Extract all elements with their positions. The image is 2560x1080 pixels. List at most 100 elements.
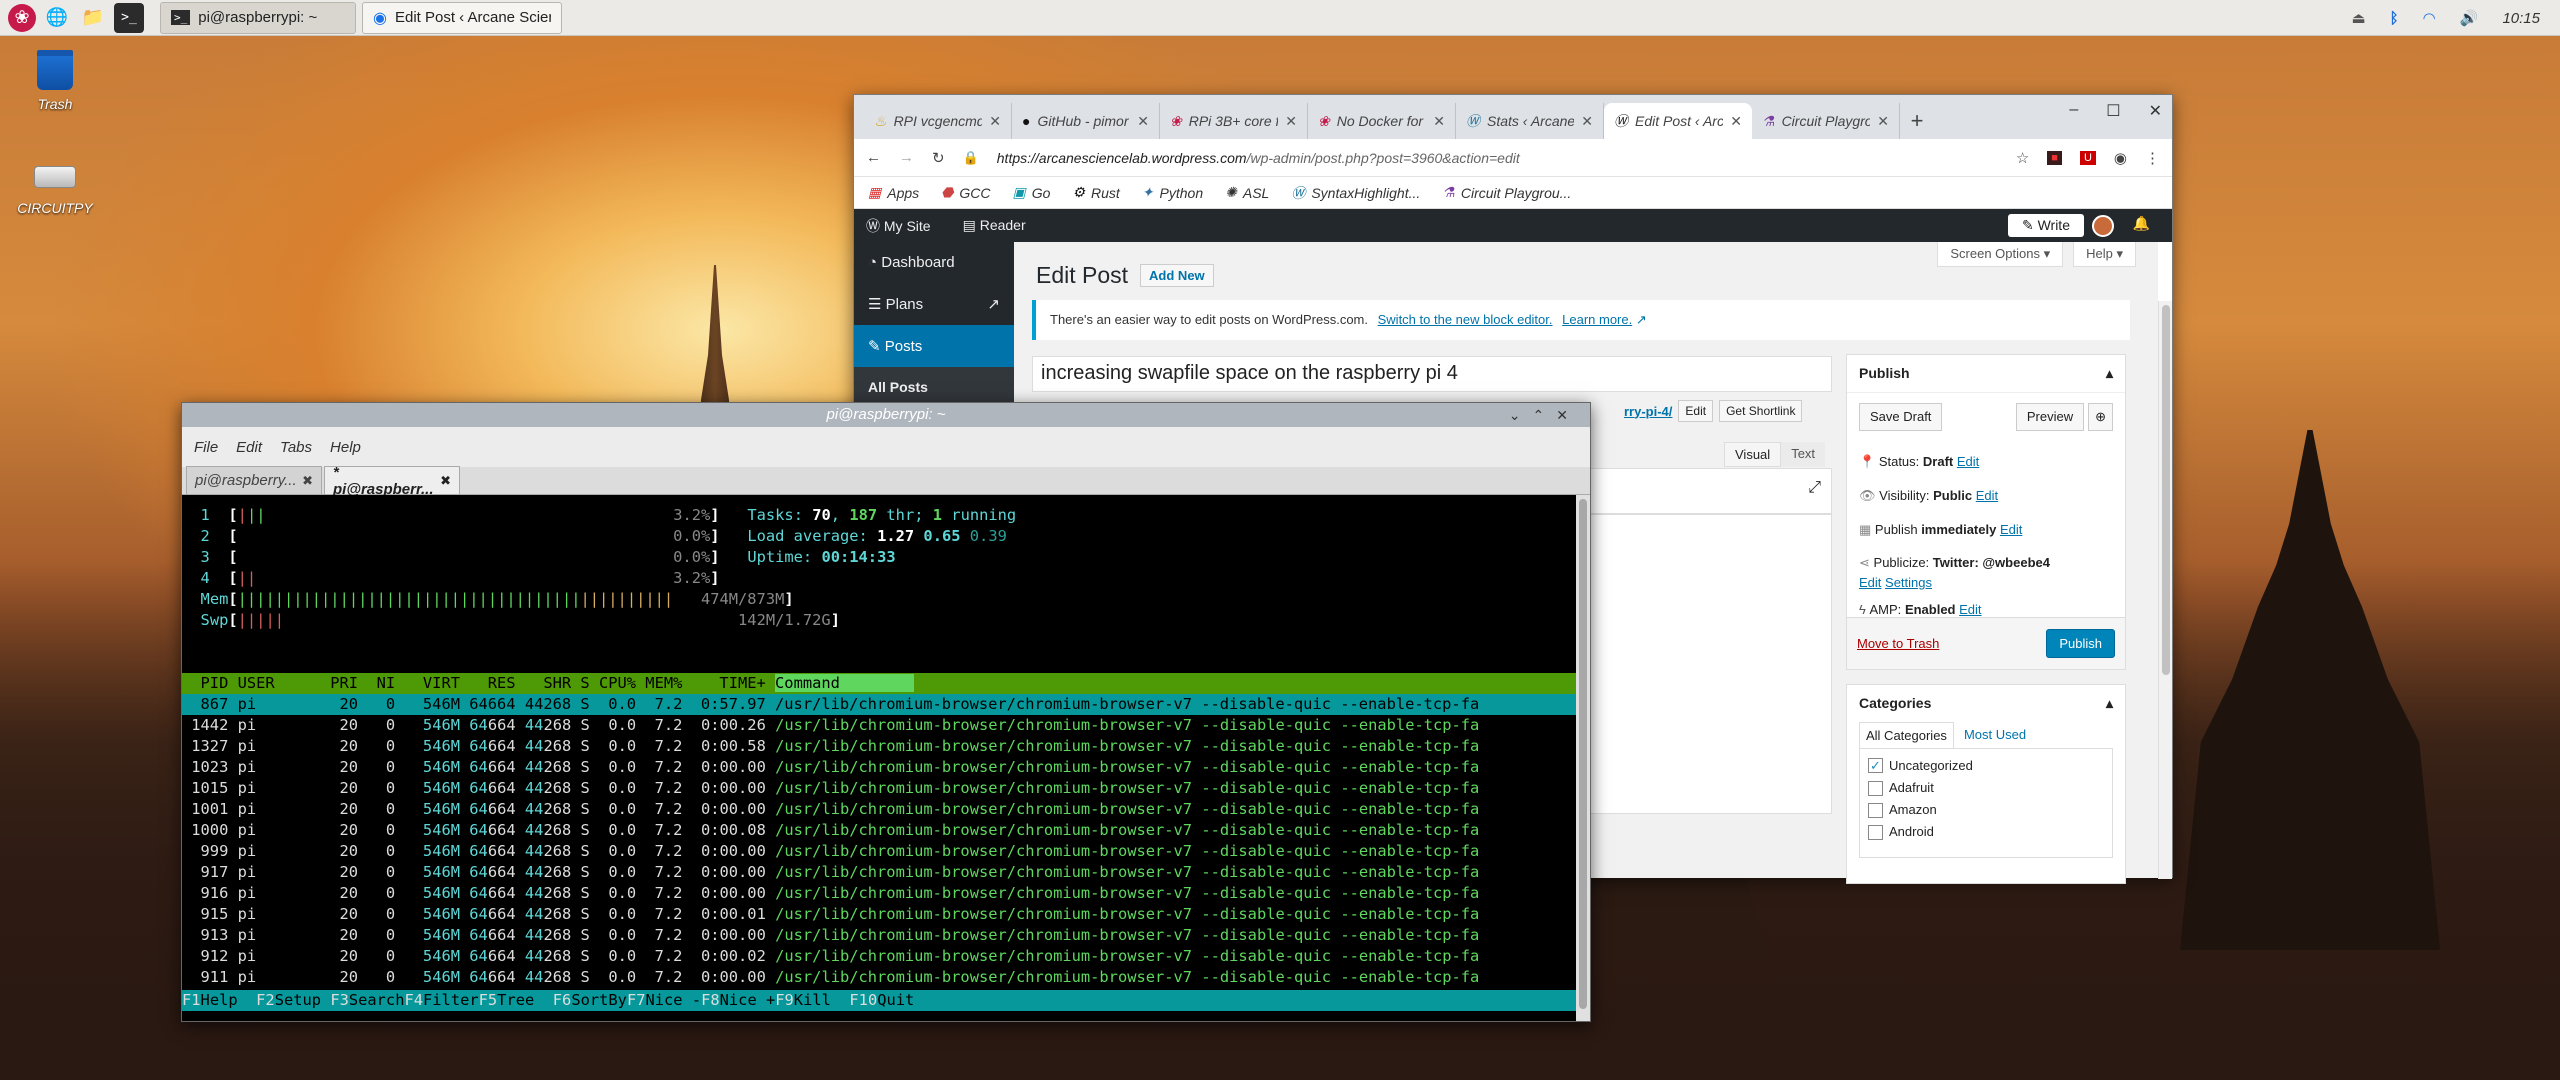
browser-tab[interactable]: ❀ RPi 3B+ core fr ✕: [1160, 103, 1308, 139]
bookmark-python[interactable]: ✦ Python: [1142, 184, 1203, 201]
bookmark-apps[interactable]: ▦ Apps: [868, 184, 919, 201]
fkey-f8[interactable]: F8: [701, 991, 720, 1009]
edit-visibility-link[interactable]: Edit: [1976, 488, 1998, 503]
fkey-f7[interactable]: F7: [627, 991, 646, 1009]
minimize-icon[interactable]: –: [2069, 101, 2078, 121]
get-shortlink-button[interactable]: Get Shortlink: [1719, 400, 1803, 422]
wifi-icon[interactable]: ◠: [2423, 9, 2436, 27]
menu-edit[interactable]: Edit: [236, 439, 262, 456]
browser-tab-active[interactable]: Ⓦ Edit Post ‹ Arc ✕: [1604, 103, 1752, 139]
close-tab-icon[interactable]: ✕: [1730, 113, 1742, 130]
close-tab-icon[interactable]: ✕: [1137, 113, 1149, 130]
sidebar-item-all-posts[interactable]: All Posts: [854, 367, 1014, 407]
checkbox-icon[interactable]: [1868, 803, 1883, 819]
notifications-icon[interactable]: 🔔: [2133, 215, 2150, 232]
sidebar-item-dashboard[interactable]: ◔ Dashboard: [854, 242, 1014, 283]
address-bar[interactable]: https://arcanesciencelab.wordpress.com/w…: [997, 150, 1998, 166]
fkey-f1[interactable]: F1: [182, 991, 201, 1009]
htop-screen[interactable]: 1 [||| 3.2%] Tasks: 70, 187 thr; 1 runni…: [182, 495, 1576, 1021]
checkbox-icon[interactable]: [1868, 825, 1883, 841]
tab-text[interactable]: Text: [1781, 442, 1826, 467]
close-icon[interactable]: ✕: [1556, 407, 1580, 423]
wp-write-button[interactable]: ✎ Write: [2007, 214, 2084, 237]
reload-icon[interactable]: ↻: [932, 149, 945, 167]
bookmark-gcc[interactable]: ⬣ GCC: [941, 184, 990, 201]
bookmark-go[interactable]: ▣ Go: [1013, 184, 1051, 201]
desktop-icon-trash[interactable]: Trash: [10, 50, 100, 112]
process-row[interactable]: 1015 pi 20 0 546M 64664 44268 S 0.0 7.2 …: [182, 778, 1576, 799]
menu-help[interactable]: Help: [330, 439, 361, 456]
raspberry-menu-icon[interactable]: ❀: [8, 3, 36, 32]
preview-button[interactable]: Preview: [2015, 403, 2085, 431]
bookmark-asl[interactable]: ✺ ASL: [1225, 184, 1269, 201]
file-manager-icon[interactable]: 📁: [78, 3, 108, 33]
browser-tab[interactable]: ⚗ Circuit Playgro ✕: [1752, 103, 1900, 139]
avatar[interactable]: [2092, 215, 2114, 237]
new-tab-button[interactable]: +: [1900, 103, 1934, 139]
browser-tab[interactable]: ❀ No Docker for ✕: [1308, 103, 1456, 139]
process-row[interactable]: 911 pi 20 0 546M 64664 44268 S 0.0 7.2 0…: [182, 967, 1576, 988]
edit-schedule-link[interactable]: Edit: [2000, 522, 2022, 537]
move-to-trash-link[interactable]: Move to Trash: [1857, 636, 1939, 651]
bookmark-star-icon[interactable]: ☆: [2016, 149, 2029, 167]
menu-tabs[interactable]: Tabs: [280, 439, 312, 456]
forward-icon[interactable]: →: [899, 149, 914, 166]
browser-tab[interactable]: ♨ RPI vcgencmd ✕: [864, 103, 1012, 139]
publish-button[interactable]: Publish: [2046, 629, 2115, 658]
publicize-settings-link[interactable]: Settings: [1885, 575, 1932, 590]
close-tab-icon[interactable]: ✖: [302, 473, 313, 489]
preview-options-icon[interactable]: ⊕: [2088, 403, 2113, 431]
edit-status-link[interactable]: Edit: [1957, 454, 1979, 469]
wp-my-site[interactable]: Ⓦ My Site: [866, 216, 931, 236]
edit-permalink-button[interactable]: Edit: [1678, 400, 1714, 422]
category-item[interactable]: Adafruit: [1868, 777, 2104, 799]
process-table-header[interactable]: PID USER PRI NI VIRT RES SHR S CPU% MEM%…: [182, 673, 1576, 694]
browser-tab[interactable]: Ⓦ Stats ‹ Arcane ✕: [1456, 103, 1604, 139]
chevron-up-icon[interactable]: ⌃: [1533, 407, 1557, 423]
clock[interactable]: 10:15: [2502, 10, 2540, 27]
menu-kebab-icon[interactable]: ⋮: [2145, 149, 2160, 167]
process-row[interactable]: 917 pi 20 0 546M 64664 44268 S 0.0 7.2 0…: [182, 862, 1576, 883]
screen-options-button[interactable]: Screen Options ▾: [1937, 242, 2064, 267]
learn-more-link[interactable]: Learn more.: [1562, 312, 1632, 327]
wp-reader[interactable]: ▤ Reader: [963, 217, 1026, 234]
close-tab-icon[interactable]: ✕: [1877, 113, 1889, 130]
edit-publicize-link[interactable]: Edit: [1859, 575, 1881, 590]
process-row[interactable]: 913 pi 20 0 546M 64664 44268 S 0.0 7.2 0…: [182, 925, 1576, 946]
terminal-titlebar[interactable]: pi@raspberrypi: ~ ⌄⌃✕: [182, 403, 1590, 427]
eject-icon[interactable]: ⏏: [2351, 9, 2365, 27]
tab-all-categories[interactable]: All Categories: [1859, 722, 1954, 748]
fkey-f3[interactable]: F3: [330, 991, 349, 1009]
checkbox-icon[interactable]: [1868, 781, 1883, 797]
category-item[interactable]: Amazon: [1868, 799, 2104, 821]
bookmark-syntaxhighlight[interactable]: Ⓦ SyntaxHighlight...: [1291, 183, 1420, 203]
fkey-f2[interactable]: F2: [256, 991, 275, 1009]
browser-tab[interactable]: ● GitHub - pimor ✕: [1012, 103, 1160, 139]
web-browser-icon[interactable]: 🌐: [42, 3, 72, 33]
extension-icon[interactable]: U: [2079, 150, 2096, 165]
category-item[interactable]: ✓ Uncategorized: [1868, 755, 2104, 777]
process-row-selected[interactable]: 867 pi 20 0 546M 64664 44268 S 0.0 7.2 0…: [182, 694, 1576, 715]
fkey-f4[interactable]: F4: [404, 991, 423, 1009]
process-row[interactable]: 1327 pi 20 0 546M 64664 44268 S 0.0 7.2 …: [182, 736, 1576, 757]
fkey-f9[interactable]: F9: [775, 991, 794, 1009]
maximize-icon[interactable]: ☐: [2106, 101, 2120, 121]
process-row[interactable]: 915 pi 20 0 546M 64664 44268 S 0.0 7.2 0…: [182, 904, 1576, 925]
chevron-down-icon[interactable]: ⌄: [1509, 407, 1533, 423]
process-row[interactable]: 1023 pi 20 0 546M 64664 44268 S 0.0 7.2 …: [182, 757, 1576, 778]
terminal-launcher-icon[interactable]: >_: [114, 2, 144, 33]
permalink-link[interactable]: rry-pi-4/: [1624, 404, 1672, 419]
desktop-icon-circuitpy[interactable]: CIRCUITPY: [10, 158, 100, 216]
fkey-f6[interactable]: F6: [553, 991, 572, 1009]
process-row[interactable]: 1001 pi 20 0 546M 64664 44268 S 0.0 7.2 …: [182, 799, 1576, 820]
collapse-icon[interactable]: ▴: [2106, 695, 2113, 712]
fkey-f10[interactable]: F10: [849, 991, 877, 1009]
terminal-tab[interactable]: pi@raspberry... ✖: [186, 466, 322, 494]
sidebar-item-plans[interactable]: ☰ Plans ↗: [854, 283, 1014, 325]
browser-scrollbar[interactable]: [2158, 301, 2172, 879]
save-draft-button[interactable]: Save Draft: [1859, 403, 1943, 431]
process-row[interactable]: 912 pi 20 0 546M 64664 44268 S 0.0 7.2 0…: [182, 946, 1576, 967]
switch-editor-link[interactable]: Switch to the new block editor.: [1378, 312, 1553, 327]
menu-file[interactable]: File: [194, 439, 218, 456]
tab-visual[interactable]: Visual: [1724, 442, 1782, 467]
